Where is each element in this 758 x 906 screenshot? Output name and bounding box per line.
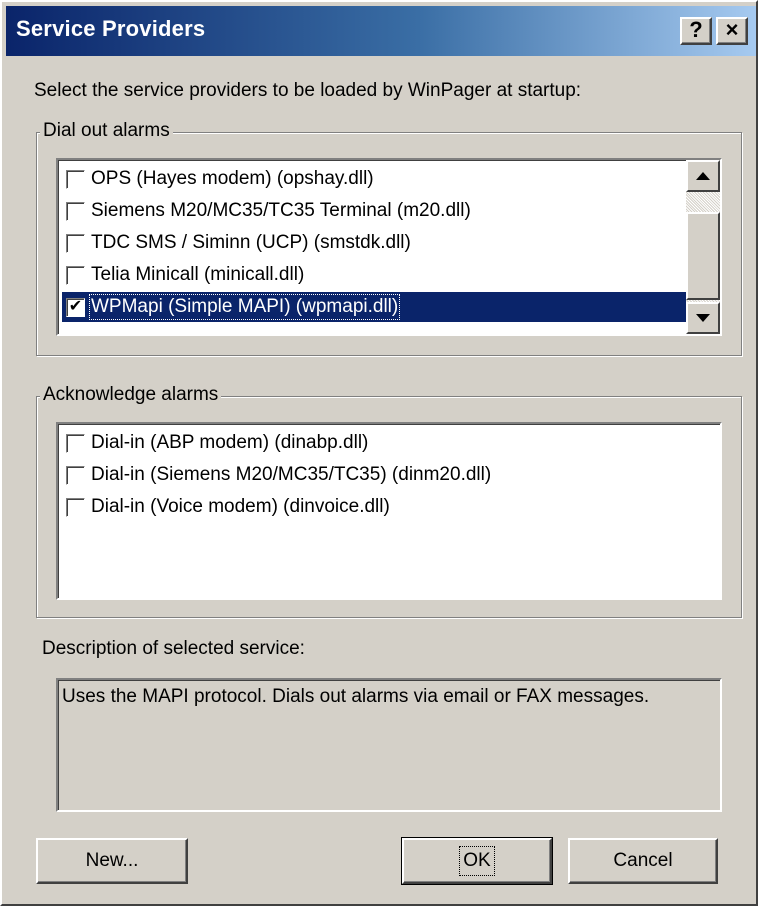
acknowledge-list[interactable]: Dial-in (ABP modem) (dinabp.dll) Dial-in… xyxy=(56,422,722,600)
service-providers-dialog: Service Providers ? × Select the service… xyxy=(0,0,758,906)
list-item-label: Dial-in (ABP modem) (dinabp.dll) xyxy=(91,432,369,453)
arrow-down-icon xyxy=(696,314,710,322)
scroll-up-button[interactable] xyxy=(686,160,720,192)
list-item-label: WPMapi (Simple MAPI) (wpmapi.dll) xyxy=(88,294,401,320)
ok-button-label: OK xyxy=(459,846,495,876)
list-item[interactable]: Dial-in (ABP modem) (dinabp.dll) xyxy=(62,428,718,458)
list-item[interactable]: OPS (Hayes modem) (opshay.dll) xyxy=(62,164,686,194)
cancel-button-label: Cancel xyxy=(613,850,673,871)
list-item[interactable]: Dial-in (Voice modem) (dinvoice.dll) xyxy=(62,492,718,522)
acknowledge-group-label: Acknowledge alarms xyxy=(40,384,222,406)
cancel-button[interactable]: Cancel xyxy=(568,838,718,884)
checkbox[interactable] xyxy=(66,265,85,285)
new-button-label: New... xyxy=(85,850,139,871)
list-item[interactable]: Telia Minicall (minicall.dll) xyxy=(62,260,686,290)
ok-button[interactable]: OK xyxy=(401,837,553,885)
list-item[interactable]: Dial-in (Siemens M20/MC35/TC35) (dinm20.… xyxy=(62,460,718,490)
list-item[interactable]: TDC SMS / Siminn (UCP) (smstdk.dll) xyxy=(62,228,686,258)
help-button[interactable]: ? xyxy=(680,17,712,45)
checkbox[interactable] xyxy=(66,169,85,189)
window-title: Service Providers xyxy=(16,16,206,41)
close-button[interactable]: × xyxy=(716,17,748,45)
list-item-label: OPS (Hayes modem) (opshay.dll) xyxy=(91,168,374,189)
list-item-label: TDC SMS / Siminn (UCP) (smstdk.dll) xyxy=(91,232,411,253)
checkbox[interactable] xyxy=(66,233,85,253)
checkbox[interactable] xyxy=(66,201,85,221)
list-item-label: Telia Minicall (minicall.dll) xyxy=(91,264,305,285)
list-item[interactable]: Siemens M20/MC35/TC35 Terminal (m20.dll) xyxy=(62,196,686,226)
dial-out-scrollbar[interactable] xyxy=(686,160,720,334)
description-label: Description of selected service: xyxy=(42,638,305,659)
title-bar[interactable]: Service Providers ? × xyxy=(6,6,756,56)
description-text: Uses the MAPI protocol. Dials out alarms… xyxy=(62,686,650,707)
checkbox[interactable] xyxy=(66,465,85,485)
checkmark-icon[interactable]: ✔ xyxy=(66,297,85,317)
dial-out-group-label: Dial out alarms xyxy=(40,120,173,142)
description-box: Uses the MAPI protocol. Dials out alarms… xyxy=(56,678,722,812)
checkbox[interactable] xyxy=(66,433,85,453)
scroll-down-button[interactable] xyxy=(686,302,720,334)
list-item[interactable]: ✔ WPMapi (Simple MAPI) (wpmapi.dll) xyxy=(62,292,686,322)
checkbox[interactable] xyxy=(66,497,85,517)
list-item-label: Dial-in (Voice modem) (dinvoice.dll) xyxy=(91,496,390,517)
scroll-thumb[interactable] xyxy=(686,212,720,300)
dial-out-list[interactable]: OPS (Hayes modem) (opshay.dll) Siemens M… xyxy=(56,158,722,336)
intro-text: Select the service providers to be loade… xyxy=(34,80,582,101)
arrow-up-icon xyxy=(696,172,710,180)
list-item-label: Siemens M20/MC35/TC35 Terminal (m20.dll) xyxy=(91,200,471,221)
list-item-label: Dial-in (Siemens M20/MC35/TC35) (dinm20.… xyxy=(91,464,492,485)
new-button[interactable]: New... xyxy=(36,838,188,884)
